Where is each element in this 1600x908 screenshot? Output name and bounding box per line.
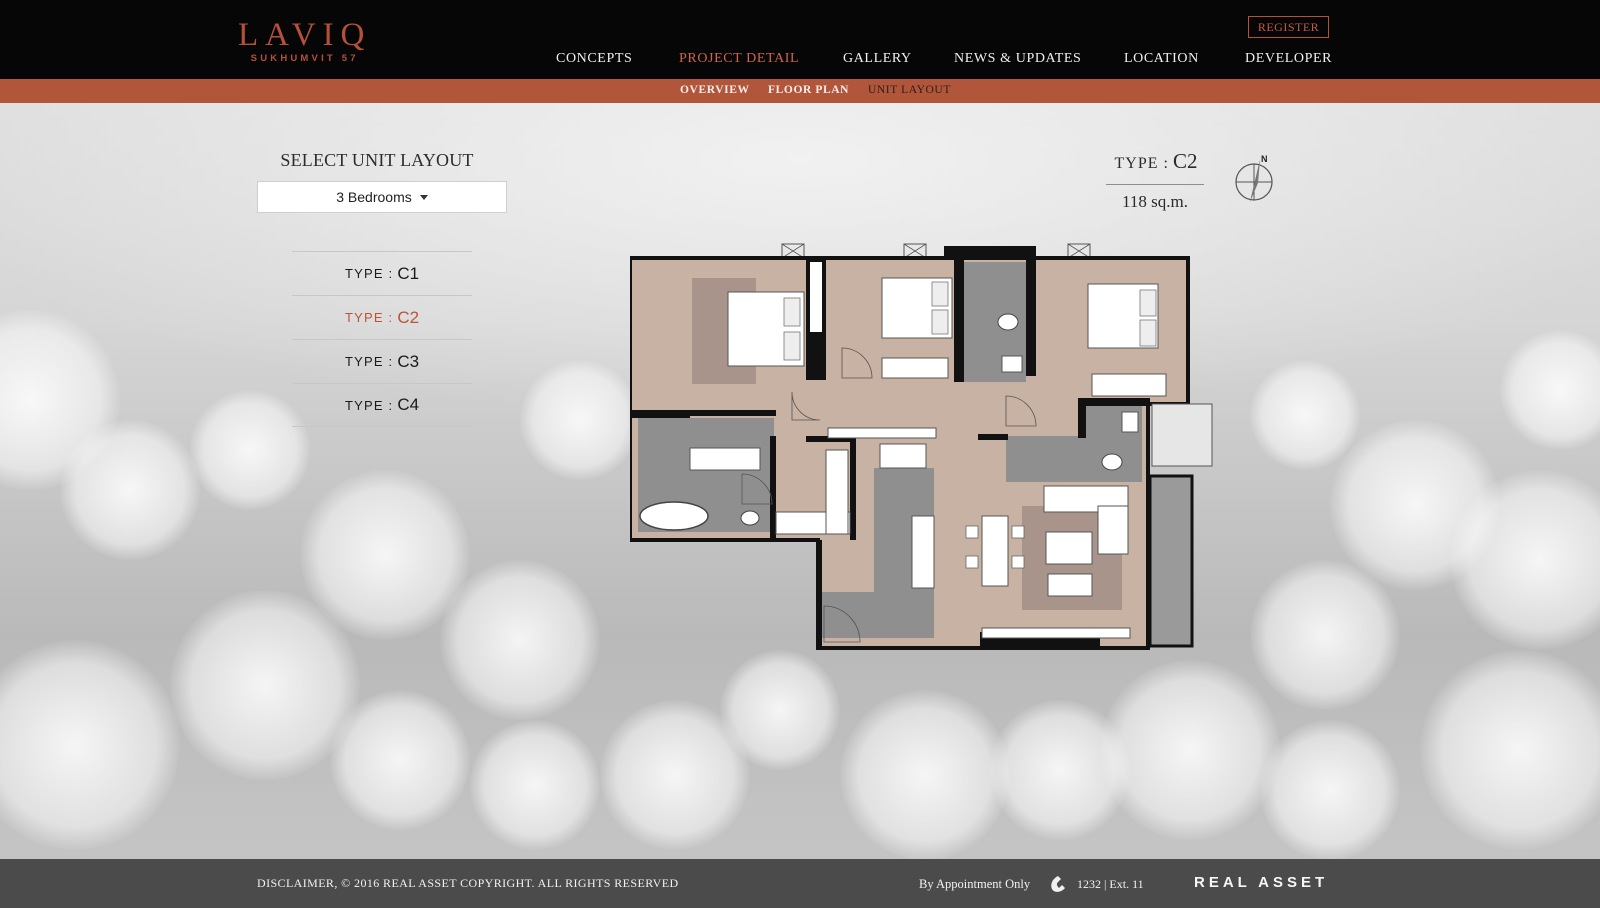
caret-down-icon	[419, 194, 428, 200]
unit-type-c4[interactable]: TYPE : C4	[292, 383, 472, 427]
nav-item-news-updates[interactable]: NEWS & UPDATES	[954, 51, 1081, 67]
unit-divider	[1106, 184, 1204, 185]
subnav-item-overview[interactable]: OVERVIEW	[680, 84, 750, 96]
unit-type-c2[interactable]: TYPE : C2	[292, 295, 472, 339]
unit-type-value: C2	[1172, 149, 1198, 173]
footer-brand-logo[interactable]: REAL ASSET	[1194, 874, 1328, 891]
footer: DISCLAIMER, © 2016 REAL ASSET COPYRIGHT.…	[0, 859, 1600, 908]
nav-item-concepts[interactable]: CONCEPTS	[556, 51, 632, 67]
footer-appointment: By Appointment Only	[919, 877, 1031, 891]
type-value: C3	[397, 351, 420, 371]
type-value: C2	[397, 307, 420, 327]
sub-nav: OVERVIEW FLOOR PLAN UNIT LAYOUT	[0, 79, 1600, 103]
compass-icon: N	[1235, 154, 1273, 202]
type-label: TYPE :	[344, 310, 394, 325]
type-label: TYPE :	[344, 354, 394, 369]
unit-type-label: TYPE :	[1114, 155, 1169, 172]
unit-type-c3[interactable]: TYPE : C3	[292, 339, 472, 383]
top-header: LAVIQ SUKHUMVIT 57 REGISTER CONCEPTS PRO…	[0, 0, 1600, 79]
main-nav: CONCEPTS PROJECT DETAIL GALLERY NEWS & U…	[0, 51, 1600, 71]
type-value: C4	[397, 395, 420, 414]
phone-icon	[1051, 876, 1065, 892]
logo-main-text: LAVIQ	[238, 17, 372, 53]
unit-area: 118 sq.m.	[1122, 192, 1188, 211]
svg-text:N: N	[1261, 154, 1268, 164]
dropdown-selected-value: 3 Bedrooms	[336, 189, 412, 205]
nav-item-gallery[interactable]: GALLERY	[843, 51, 912, 67]
type-label: TYPE :	[344, 266, 394, 281]
unit-type-list: TYPE : C1 TYPE : C2 TYPE : C3 TYPE : C4	[292, 251, 472, 427]
type-value: C1	[397, 263, 420, 283]
select-unit-layout-title: SELECT UNIT LAYOUT	[280, 150, 474, 170]
subnav-item-floor-plan[interactable]: FLOOR PLAN	[768, 84, 849, 96]
nav-item-developer[interactable]: DEVELOPER	[1245, 51, 1332, 67]
unit-type-c1[interactable]: TYPE : C1	[292, 251, 472, 295]
type-label: TYPE :	[344, 397, 394, 413]
unit-type-heading: TYPE : C2	[1106, 149, 1206, 174]
nav-item-project-detail[interactable]: PROJECT DETAIL	[679, 51, 799, 67]
footer-phone-number[interactable]: 1232 | Ext. 11	[1077, 877, 1144, 892]
register-button[interactable]: REGISTER	[1248, 16, 1329, 38]
footer-disclaimer: DISCLAIMER, © 2016 REAL ASSET COPYRIGHT.…	[257, 876, 679, 890]
nav-item-location[interactable]: LOCATION	[1124, 51, 1199, 67]
bedroom-dropdown[interactable]: 3 Bedrooms	[257, 181, 507, 213]
subnav-item-unit-layout[interactable]: UNIT LAYOUT	[868, 84, 951, 96]
floor-plan	[630, 243, 1213, 650]
